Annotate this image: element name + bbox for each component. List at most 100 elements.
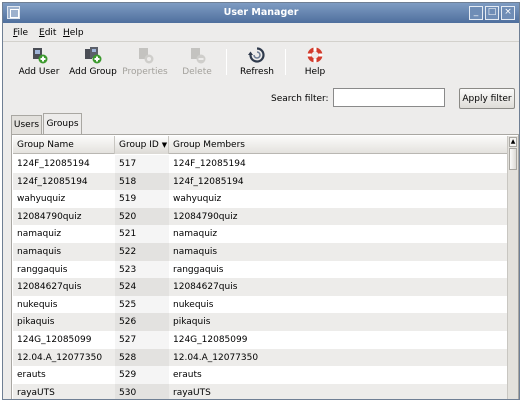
add-user-label: Add User <box>18 67 60 77</box>
add-user-icon <box>33 48 48 64</box>
user-manager-window: User Manager _ □ × File Edit Help Add Us… <box>2 2 520 400</box>
add-group-button[interactable]: Add Group <box>67 46 119 80</box>
group-name-cell: pikaquis <box>17 317 55 328</box>
group-id-cell: 517 <box>119 159 137 169</box>
minimize-button[interactable]: _ <box>469 6 483 20</box>
table-row[interactable]: nukequis 525 nukequis <box>13 295 507 314</box>
group-members-cell: pikaquis <box>173 317 211 328</box>
group-id-cell: 524 <box>119 282 137 293</box>
group-name-cell: wahyuquiz <box>17 194 66 205</box>
tab-users[interactable]: Users <box>11 115 42 134</box>
groups-panel: Group Name Group ID ▼ Group Members 124F… <box>11 134 519 399</box>
group-members-cell: namaquiz <box>173 229 218 240</box>
delete-label: Delete <box>182 67 212 77</box>
group-id-cell: 527 <box>119 335 137 345</box>
close-button[interactable]: × <box>501 6 515 20</box>
group-id-cell: 523 <box>119 264 137 275</box>
group-members-cell: rayaUTS <box>173 387 211 398</box>
group-id-cell: 520 <box>119 211 137 222</box>
group-name-cell: namaquis <box>17 247 62 257</box>
help-label: Help <box>304 67 326 77</box>
table-row[interactable]: 12084627quis 524 12084627quis <box>13 278 507 296</box>
group-members-cell: ranggaquis <box>173 264 224 275</box>
column-header-label: Group ID <box>119 140 159 150</box>
search-filter-input[interactable] <box>333 88 445 107</box>
table-row[interactable]: 124f_12085194 518 124f_12085194 <box>13 172 507 191</box>
table-row[interactable]: ranggaquis 523 ranggaquis <box>13 260 507 279</box>
toolbar-separator <box>226 49 227 75</box>
group-members-cell: nukequis <box>173 299 214 310</box>
column-header-group-members[interactable]: Group Members <box>169 136 507 154</box>
group-id-cell: 522 <box>119 247 137 257</box>
group-name-cell: 124G_12085099 <box>17 335 92 345</box>
toolbar: Add User Add Group Properties Delete Ref… <box>3 43 519 83</box>
group-members-cell: 12084790quiz <box>173 211 238 222</box>
group-name-cell: 12084790quiz <box>17 211 82 222</box>
column-header-label: Group Members <box>173 140 245 150</box>
group-name-cell: rayaUTS <box>17 387 55 398</box>
refresh-icon <box>248 47 265 63</box>
table-row[interactable]: erauts 529 erauts <box>13 366 507 384</box>
group-name-cell: erauts <box>17 370 46 381</box>
group-members-cell: namaquis <box>173 247 218 257</box>
group-id-cell: 529 <box>119 370 137 381</box>
add-group-label: Add Group <box>69 67 117 77</box>
refresh-label: Refresh <box>240 67 274 77</box>
column-header-group-id[interactable]: Group ID ▼ <box>115 136 169 154</box>
table-row[interactable]: namaquis 522 namaquis <box>13 243 507 261</box>
menu-help[interactable]: Help <box>63 28 84 38</box>
group-id-cell: 525 <box>119 299 137 310</box>
group-members-cell: 12084627quis <box>173 282 238 293</box>
apply-filter-button[interactable]: Apply filter <box>459 88 515 109</box>
group-members-cell: 12.04.A_12077350 <box>173 352 259 363</box>
group-id-cell: 526 <box>119 317 137 328</box>
group-name-cell: 124f_12085194 <box>17 176 88 187</box>
group-members-cell: 124f_12085194 <box>173 176 244 187</box>
menu-file[interactable]: File <box>13 28 28 38</box>
maximize-button[interactable]: □ <box>485 6 499 20</box>
group-id-cell: 518 <box>119 176 137 187</box>
group-id-cell: 528 <box>119 352 137 363</box>
table-row[interactable]: 124F_12085194 517 124F_12085194 <box>13 155 507 173</box>
group-members-cell: wahyuquiz <box>173 194 222 205</box>
search-filter-label: Search filter: <box>271 94 329 104</box>
group-name-cell: 12084627quis <box>17 282 82 293</box>
add-group-icon <box>85 47 102 64</box>
group-members-cell: erauts <box>173 370 202 381</box>
table-row[interactable]: wahyuquiz 519 wahyuquiz <box>13 190 507 208</box>
table-row[interactable]: rayaUTS 530 rayaUTS <box>13 383 507 399</box>
delete-icon <box>191 48 206 64</box>
column-header-label: Group Name <box>17 140 74 150</box>
scroll-up-icon[interactable]: ▲ <box>509 137 517 147</box>
table-row[interactable]: 12.04.A_12077350 528 12.04.A_12077350 <box>13 348 507 367</box>
properties-button[interactable]: Properties <box>121 46 169 80</box>
properties-label: Properties <box>122 67 168 77</box>
table-row[interactable]: 12084790quiz 520 12084790quiz <box>13 207 507 226</box>
add-user-button[interactable]: Add User <box>17 46 61 80</box>
table-row[interactable]: namaquiz 521 namaquiz <box>13 225 507 243</box>
vertical-scrollbar[interactable]: ▲ <box>507 136 518 399</box>
scrollbar-thumb[interactable] <box>509 148 517 170</box>
group-name-cell: nukequis <box>17 299 58 310</box>
group-name-cell: ranggaquis <box>17 264 68 275</box>
group-id-cell: 530 <box>119 387 137 398</box>
group-members-cell: 124F_12085194 <box>173 159 246 169</box>
tab-groups[interactable]: Groups <box>43 113 82 135</box>
group-name-cell: 12.04.A_12077350 <box>17 352 103 363</box>
group-name-cell: 124F_12085194 <box>17 159 90 169</box>
refresh-button[interactable]: Refresh <box>237 46 277 80</box>
menu-edit[interactable]: Edit <box>39 28 56 38</box>
menu-bar: File Edit Help <box>3 23 519 42</box>
groups-table: Group Name Group ID ▼ Group Members 124F… <box>13 136 507 399</box>
delete-button[interactable]: Delete <box>177 46 217 80</box>
group-id-cell: 519 <box>119 194 137 205</box>
help-button[interactable]: Help <box>299 46 331 80</box>
sort-descending-icon: ▼ <box>161 141 168 149</box>
group-members-cell: 124G_12085099 <box>173 335 248 345</box>
column-header-group-name[interactable]: Group Name <box>13 136 115 154</box>
table-row[interactable]: 124G_12085099 527 124G_12085099 <box>13 331 507 349</box>
table-header: Group Name Group ID ▼ Group Members <box>13 136 507 154</box>
table-row[interactable]: pikaquis 526 pikaquis <box>13 313 507 331</box>
group-name-cell: namaquiz <box>17 229 62 240</box>
title-bar[interactable]: User Manager _ □ × <box>3 3 519 23</box>
